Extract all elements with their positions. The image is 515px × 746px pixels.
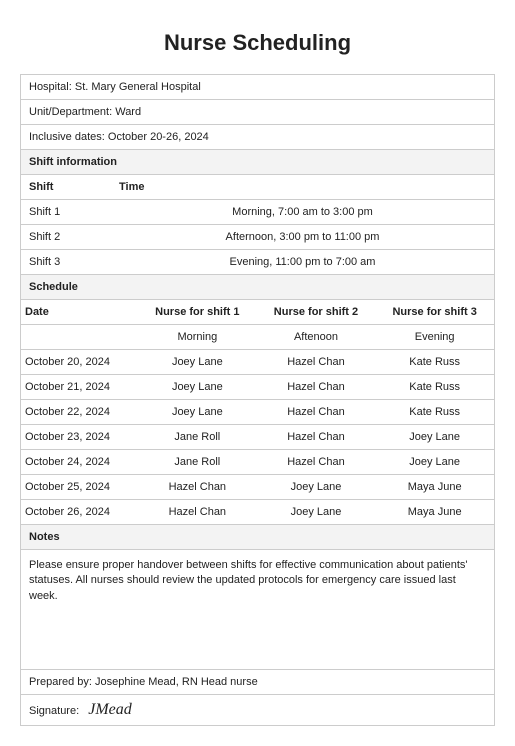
unit-label: Unit/Department: — [29, 106, 112, 118]
nurse2-cell: Joey Lane — [257, 475, 376, 500]
col-nurse2: Nurse for shift 2 — [257, 300, 376, 325]
hospital-value: St. Mary General Hospital — [75, 81, 201, 93]
table-row: October 20, 2024 Joey Lane Hazel Chan Ka… — [21, 350, 494, 375]
table-row: October 23, 2024 Jane Roll Hazel Chan Jo… — [21, 425, 494, 450]
time-cell: Morning, 7:00 am to 3:00 pm — [111, 200, 494, 225]
table-row: October 26, 2024 Hazel Chan Joey Lane Ma… — [21, 500, 494, 525]
sub-evening: Evening — [375, 325, 494, 350]
col-nurse1: Nurse for shift 1 — [138, 300, 257, 325]
form-container: Hospital: St. Mary General Hospital Unit… — [20, 74, 495, 726]
dates-value: October 20-26, 2024 — [108, 131, 209, 143]
table-row: Shift 2 Afternoon, 3:00 pm to 11:00 pm — [21, 225, 494, 250]
signature-value: JMead — [88, 701, 132, 718]
dates-label: Inclusive dates: — [29, 131, 105, 143]
shift-cell: Shift 2 — [21, 225, 111, 250]
time-cell: Evening, 11:00 pm to 7:00 am — [111, 250, 494, 275]
col-shift: Shift — [21, 175, 111, 200]
date-cell: October 26, 2024 — [21, 500, 138, 525]
nurse2-cell: Hazel Chan — [257, 450, 376, 475]
nurse3-cell: Kate Russ — [375, 400, 494, 425]
time-cell: Afternoon, 3:00 pm to 11:00 pm — [111, 225, 494, 250]
table-row: October 25, 2024 Hazel Chan Joey Lane Ma… — [21, 475, 494, 500]
nurse3-cell: Joey Lane — [375, 425, 494, 450]
col-nurse3: Nurse for shift 3 — [375, 300, 494, 325]
table-row: Shift 3 Evening, 11:00 pm to 7:00 am — [21, 250, 494, 275]
nurse1-cell: Hazel Chan — [138, 475, 257, 500]
nurse3-cell: Maya June — [375, 500, 494, 525]
nurse1-cell: Jane Roll — [138, 425, 257, 450]
notes-text: Please ensure proper handover between sh… — [21, 550, 494, 670]
date-cell: October 21, 2024 — [21, 375, 138, 400]
nurse1-cell: Joey Lane — [138, 375, 257, 400]
empty-cell — [21, 325, 138, 350]
table-row: October 24, 2024 Jane Roll Hazel Chan Jo… — [21, 450, 494, 475]
dates-row: Inclusive dates: October 20-26, 2024 — [21, 125, 494, 150]
date-cell: October 23, 2024 — [21, 425, 138, 450]
shift-info-header: Shift information — [21, 150, 494, 175]
table-row: October 22, 2024 Joey Lane Hazel Chan Ka… — [21, 400, 494, 425]
prepared-by-value: Josephine Mead, RN Head nurse — [95, 676, 258, 688]
nurse1-cell: Joey Lane — [138, 400, 257, 425]
schedule-table: Date Nurse for shift 1 Nurse for shift 2… — [21, 300, 494, 525]
table-row: October 21, 2024 Joey Lane Hazel Chan Ka… — [21, 375, 494, 400]
nurse2-cell: Hazel Chan — [257, 425, 376, 450]
date-cell: October 24, 2024 — [21, 450, 138, 475]
unit-value: Ward — [115, 106, 141, 118]
date-cell: October 25, 2024 — [21, 475, 138, 500]
prepared-by-label: Prepared by: — [29, 676, 92, 688]
nurse3-cell: Kate Russ — [375, 350, 494, 375]
nurse2-cell: Hazel Chan — [257, 400, 376, 425]
col-time: Time — [111, 175, 494, 200]
nurse2-cell: Hazel Chan — [257, 375, 376, 400]
table-row: Shift 1 Morning, 7:00 am to 3:00 pm — [21, 200, 494, 225]
signature-label: Signature: — [29, 705, 79, 717]
shift-info-table: Shift Time Shift 1 Morning, 7:00 am to 3… — [21, 175, 494, 275]
nurse1-cell: Hazel Chan — [138, 500, 257, 525]
date-cell: October 20, 2024 — [21, 350, 138, 375]
shift-cell: Shift 1 — [21, 200, 111, 225]
nurse3-cell: Maya June — [375, 475, 494, 500]
date-cell: October 22, 2024 — [21, 400, 138, 425]
nurse2-cell: Joey Lane — [257, 500, 376, 525]
sub-afternoon: Aftenoon — [257, 325, 376, 350]
nurse3-cell: Kate Russ — [375, 375, 494, 400]
nurse1-cell: Jane Roll — [138, 450, 257, 475]
nurse3-cell: Joey Lane — [375, 450, 494, 475]
sub-morning: Morning — [138, 325, 257, 350]
notes-header: Notes — [21, 525, 494, 550]
hospital-row: Hospital: St. Mary General Hospital — [21, 75, 494, 100]
unit-row: Unit/Department: Ward — [21, 100, 494, 125]
hospital-label: Hospital: — [29, 81, 72, 93]
page-title: Nurse Scheduling — [20, 30, 495, 56]
col-date: Date — [21, 300, 138, 325]
shift-cell: Shift 3 — [21, 250, 111, 275]
schedule-header: Schedule — [21, 275, 494, 300]
signature-row: Signature: JMead — [21, 695, 494, 725]
prepared-by-row: Prepared by: Josephine Mead, RN Head nur… — [21, 670, 494, 695]
nurse2-cell: Hazel Chan — [257, 350, 376, 375]
nurse1-cell: Joey Lane — [138, 350, 257, 375]
